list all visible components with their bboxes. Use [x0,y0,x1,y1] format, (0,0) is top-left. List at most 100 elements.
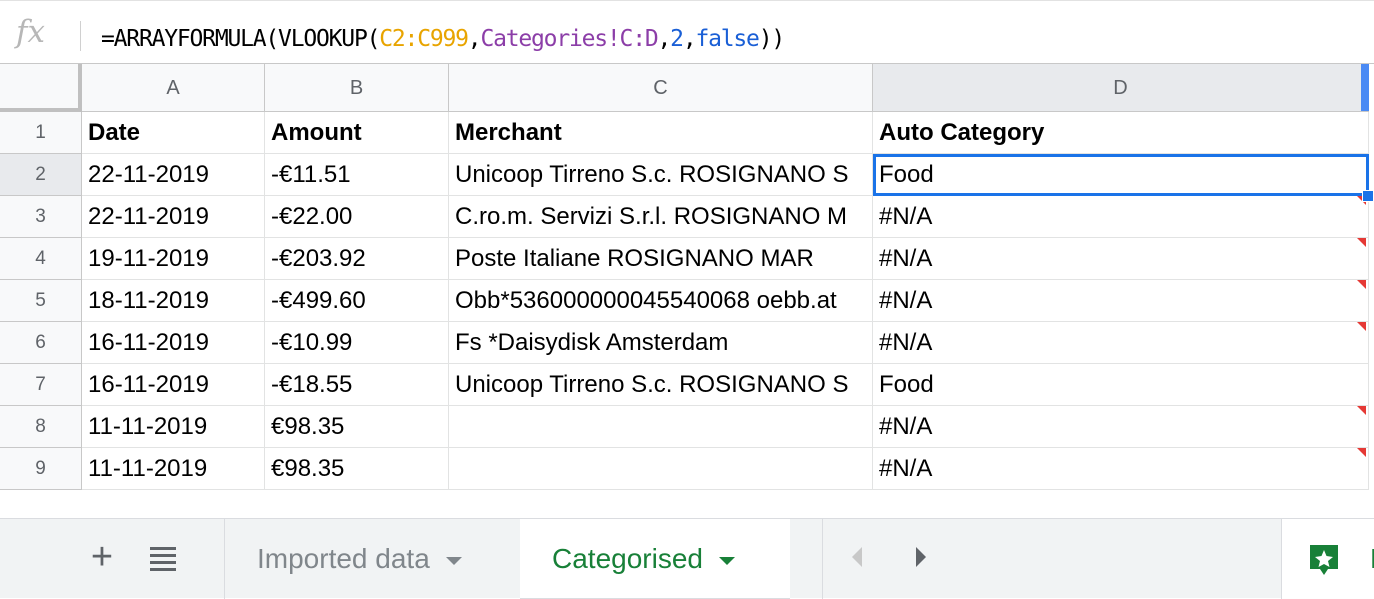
explore-label: E [1370,539,1374,579]
cell-value: -€22.00 [271,203,353,230]
scroll-tabs-left-icon[interactable] [852,547,862,567]
cell-c7[interactable]: Unicoop Tirreno S.c. ROSIGNANO S [449,364,873,406]
cell-c4[interactable]: Poste Italiane ROSIGNANO MAR [449,238,873,280]
row-header[interactable]: 9 [0,448,82,490]
cell-b4[interactable]: -€203.92 [265,238,449,280]
cell-a3[interactable]: 22-11-2019 [82,196,265,238]
cell-a4[interactable]: 19-11-2019 [82,238,265,280]
formula-bar-divider [80,21,81,51]
cell-d9[interactable]: #N/A [873,448,1369,490]
cell-value: #N/A [879,413,933,440]
cell-c6[interactable]: Fs *Daisydisk Amsterdam [449,322,873,364]
cell-a8[interactable]: 11-11-2019 [82,406,265,448]
row-header[interactable]: 8 [0,406,82,448]
cell-a1[interactable]: Date [82,112,265,154]
cell-value: -€203.92 [271,245,366,272]
cell-a2[interactable]: 22-11-2019 [82,154,265,196]
cell-value: Auto Category [879,119,1045,146]
chevron-down-icon[interactable] [718,556,735,565]
tab-imported-data[interactable]: Imported data [224,519,514,599]
tab-label: Imported data [257,543,430,574]
fill-handle[interactable] [1362,190,1374,202]
cell-value: Obb*536000000045540068 oebb.at [455,287,837,314]
column-header-c[interactable]: C [449,64,873,112]
cell-value: -€10.99 [271,329,353,356]
tab-label: Categorised [552,543,703,574]
formula-input[interactable]: =ARRAYFORMULA(VLOOKUP(C2:C999,Categories… [101,23,786,55]
column-header-b[interactable]: B [265,64,449,112]
cell-c9[interactable] [449,448,873,490]
explore-button[interactable]: E [1281,519,1374,599]
cell-a6[interactable]: 16-11-2019 [82,322,265,364]
cell-value: 16-11-2019 [88,371,209,398]
cell-c8[interactable] [449,406,873,448]
formula-token: C2:C999 [379,26,469,52]
error-indicator-icon[interactable] [1357,448,1366,457]
scroll-tabs-right-icon[interactable] [916,547,926,567]
add-sheet-button[interactable]: + [88,537,116,577]
formula-token: )) [758,26,786,52]
column-header-d[interactable]: D [873,64,1369,112]
formula-token: false [695,26,759,52]
explore-icon [1310,545,1338,575]
cell-b6[interactable]: -€10.99 [265,322,449,364]
error-indicator-icon[interactable] [1357,406,1366,415]
cell-b7[interactable]: -€18.55 [265,364,449,406]
error-indicator-icon[interactable] [1357,322,1366,331]
cell-value: #N/A [879,245,933,272]
select-all-corner[interactable] [0,64,82,112]
formula-token: , [682,26,697,52]
row-header[interactable]: 7 [0,364,82,406]
cell-b9[interactable]: €98.35 [265,448,449,490]
cell-value: Fs *Daisydisk Amsterdam [455,329,729,356]
column-resize-handle[interactable] [1361,64,1369,111]
cell-value: -€499.60 [271,287,366,314]
tab-divider [822,519,823,599]
column-header-a[interactable]: A [82,64,265,112]
cell-a7[interactable]: 16-11-2019 [82,364,265,406]
cell-value: 11-11-2019 [88,413,208,440]
cell-b2[interactable]: -€11.51 [265,154,449,196]
cell-d3[interactable]: #N/A [873,196,1369,238]
row-header[interactable]: 2 [0,154,82,196]
cell-a9[interactable]: 11-11-2019 [82,448,265,490]
all-sheets-menu-icon[interactable] [150,547,178,571]
cell-d7[interactable]: Food [873,364,1369,406]
cell-value: Unicoop Tirreno S.c. ROSIGNANO S [455,161,849,188]
error-indicator-icon[interactable] [1357,280,1366,289]
cell-value: Food [879,161,934,188]
chevron-down-icon[interactable] [445,556,462,565]
cell-value: 22-11-2019 [88,203,209,230]
cell-c2[interactable]: Unicoop Tirreno S.c. ROSIGNANO S [449,154,873,196]
cell-value: 18-11-2019 [88,287,209,314]
error-indicator-icon[interactable] [1357,238,1366,247]
row-header[interactable]: 3 [0,196,82,238]
sheet-tab-bar: + Imported data Categorised E [0,518,1374,599]
row-header[interactable]: 5 [0,280,82,322]
cell-c3[interactable]: C.ro.m. Servizi S.r.l. ROSIGNANO M [449,196,873,238]
cell-d4[interactable]: #N/A [873,238,1369,280]
cell-d6[interactable]: #N/A [873,322,1369,364]
cell-c5[interactable]: Obb*536000000045540068 oebb.at [449,280,873,322]
cell-b3[interactable]: -€22.00 [265,196,449,238]
cell-d5[interactable]: #N/A [873,280,1369,322]
cell-value: 22-11-2019 [88,161,209,188]
row-header[interactable]: 1 [0,112,82,154]
cell-value: Amount [271,119,362,146]
formula-token: , [467,26,482,52]
cell-value: -€18.55 [271,371,353,398]
cell-d8[interactable]: #N/A [873,406,1369,448]
cell-b8[interactable]: €98.35 [265,406,449,448]
cell-b5[interactable]: -€499.60 [265,280,449,322]
cell-c1[interactable]: Merchant [449,112,873,154]
cell-a5[interactable]: 18-11-2019 [82,280,265,322]
cell-value: €98.35 [271,413,345,440]
row-header[interactable]: 4 [0,238,82,280]
cell-d2[interactable]: Food [873,154,1369,196]
row-header[interactable]: 6 [0,322,82,364]
cell-value: €98.35 [271,455,345,482]
tab-categorised[interactable]: Categorised [520,519,790,599]
cell-d1[interactable]: Auto Category [873,112,1369,154]
cell-b1[interactable]: Amount [265,112,449,154]
cell-value: Date [88,119,141,146]
